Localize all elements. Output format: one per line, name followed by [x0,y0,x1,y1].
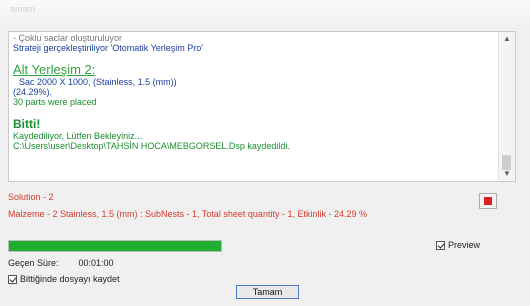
log-line: 30 parts were placed [13,97,97,107]
checkbox-box[interactable] [8,275,17,284]
elapsed-label: Geçen Süre: [8,258,59,268]
stop-button[interactable] [479,193,497,209]
elapsed-time: Geçen Süre: 00:01:00 [8,258,114,268]
solution-label: Solution - 2 [8,192,54,202]
chevron-down-icon[interactable]: ▼ [499,167,515,181]
save-on-finish-checkbox[interactable]: Bittiğinde dosyayı kaydet [8,274,120,284]
stop-icon [484,197,492,205]
top-area [0,0,530,30]
progress-fill [9,241,221,251]
preview-label: Preview [448,240,481,250]
log-line: C:\Users\user\Desktop\TAHSİN HOCA\MEBGOR… [13,141,290,151]
log-panel[interactable]: - Çoklu saclar oluşturuluyor Strateji ge… [8,31,516,182]
material-summary: Malzeme - 2 Stainless, 1.5 (mm) : SubNes… [8,209,367,219]
log-line: Kaydediliyor, Lütfen Bekleyiniz... [13,131,143,141]
save-on-finish-label: Bittiğinde dosyayı kaydet [20,274,120,284]
ok-button[interactable]: Tamam [236,285,299,299]
log-line: (24.29%). [13,87,53,97]
log-line: Sac 2000 X 1000, (Stainless, 1.5 (mm)) [19,77,177,87]
elapsed-value: 00:01:00 [78,258,114,268]
log-subheading: Alt Yerleşim 2: [13,62,96,77]
log-content: - Çoklu saclar oluşturuluyor Strateji ge… [13,33,493,151]
log-line: - Çoklu saclar oluşturuluyor [13,33,123,43]
log-scrollbar[interactable]: ▲ ▼ [498,32,515,181]
checkbox-box[interactable] [436,241,445,250]
preview-checkbox[interactable]: Preview [436,240,480,250]
header-partial-text: amam [10,4,36,14]
log-done-heading: Bitti! [13,117,41,131]
progress-bar [8,240,222,252]
chevron-up-icon[interactable]: ▲ [499,32,515,46]
log-line: Strateji gerçekleştiriliyor 'Otomatik Ye… [13,43,203,53]
